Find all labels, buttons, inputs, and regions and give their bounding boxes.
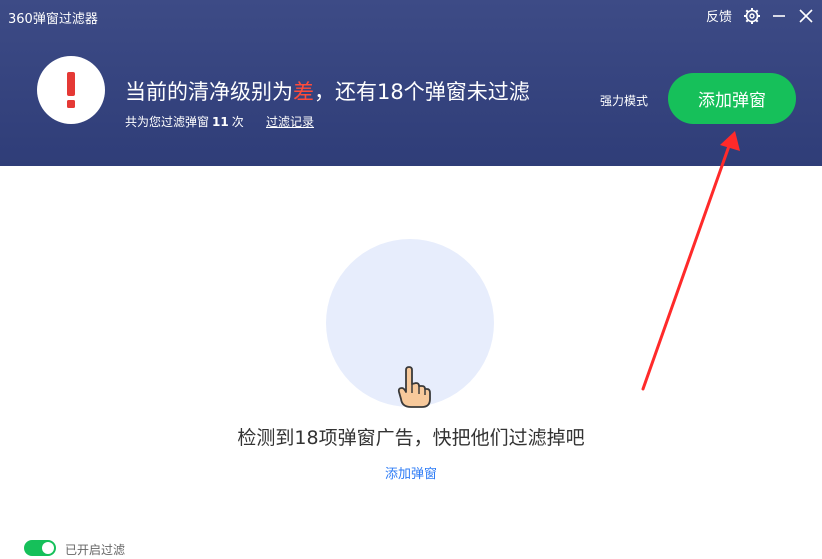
subline-prefix: 共为您过滤弹窗 bbox=[125, 115, 210, 129]
subline-suffix: 次 bbox=[231, 115, 244, 129]
minimize-icon[interactable] bbox=[770, 6, 788, 26]
gear-icon[interactable] bbox=[742, 6, 762, 26]
pointing-hand-icon bbox=[394, 366, 432, 412]
close-icon[interactable] bbox=[797, 6, 815, 26]
add-popup-button[interactable]: 添加弹窗 bbox=[668, 73, 796, 124]
level-badge: 差 bbox=[293, 80, 314, 104]
strong-mode-label[interactable]: 强力模式 bbox=[600, 92, 648, 109]
exclamation-icon bbox=[37, 56, 105, 124]
status-headline: 当前的清净级别为差，还有18个弹窗未过滤 bbox=[125, 76, 530, 106]
filter-toggle-label: 已开启过滤 bbox=[65, 543, 126, 557]
detection-message: 检测到18项弹窗广告，快把他们过滤掉吧 bbox=[237, 427, 585, 449]
app-title: 360弹窗过滤器 bbox=[8, 12, 98, 27]
toggle-knob bbox=[42, 542, 54, 554]
filter-count: 11 bbox=[212, 115, 229, 129]
headline-suffix: ，还有18个弹窗未过滤 bbox=[314, 80, 530, 104]
filter-history-link[interactable]: 过滤记录 bbox=[266, 113, 314, 130]
add-popup-link[interactable]: 添加弹窗 bbox=[0, 463, 822, 482]
headline-prefix: 当前的清净级别为 bbox=[125, 80, 293, 104]
filter-toggle[interactable] bbox=[24, 540, 56, 556]
header-banner: 360弹窗过滤器 反馈 当前的清净级别为差，还有18个弹窗未过滤 共为您过滤弹窗… bbox=[0, 0, 822, 166]
filter-count-line: 共为您过滤弹窗 11 次 bbox=[125, 113, 244, 130]
feedback-button[interactable]: 反馈 bbox=[706, 6, 732, 25]
